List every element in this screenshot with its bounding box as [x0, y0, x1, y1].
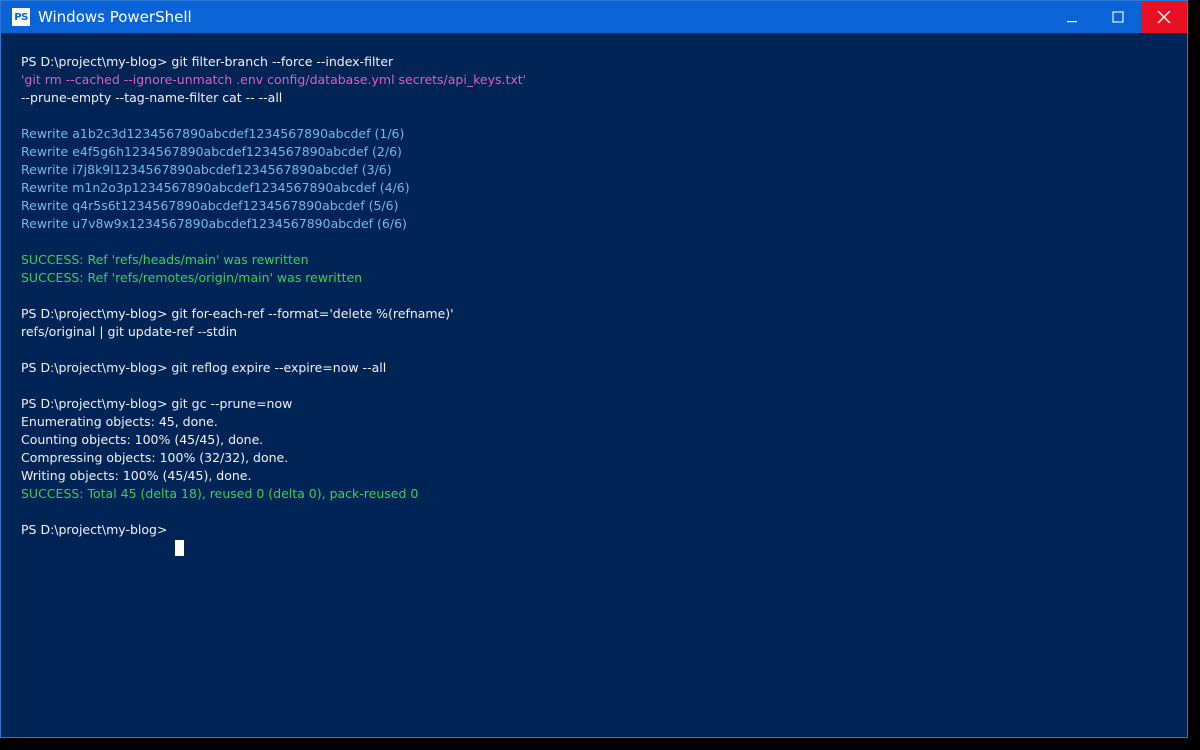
- terminal-line: Rewrite m1n2o3p1234567890abcdef123456789…: [21, 180, 410, 195]
- close-button[interactable]: [1141, 1, 1187, 33]
- text-cursor: [175, 540, 184, 556]
- terminal-line: Compressing objects: 100% (32/32), done.: [21, 450, 289, 465]
- terminal-line: Rewrite u7v8w9x1234567890abcdef123456789…: [21, 216, 407, 231]
- terminal-line: 'git rm --cached --ignore-unmatch .env c…: [21, 72, 527, 87]
- terminal-line: SUCCESS: Ref 'refs/remotes/origin/main' …: [21, 270, 363, 285]
- terminal-line: PS D:\project\my-blog>: [21, 522, 168, 537]
- powershell-window: PS Windows PowerShell PS D:\project\my-b: [0, 0, 1188, 738]
- terminal-output[interactable]: PS D:\project\my-blog> git filter-branch…: [21, 53, 1171, 539]
- terminal-line: Rewrite q4r5s6t1234567890abcdef123456789…: [21, 198, 399, 213]
- window-controls: [1049, 1, 1187, 33]
- title-bar[interactable]: PS Windows PowerShell: [1, 1, 1187, 33]
- powershell-icon: PS: [12, 8, 30, 26]
- terminal-line: PS D:\project\my-blog> git for-each-ref …: [21, 306, 454, 321]
- terminal-line: SUCCESS: Total 45 (delta 18), reused 0 (…: [21, 486, 419, 501]
- terminal-line: PS D:\project\my-blog> git filter-branch…: [21, 54, 394, 69]
- terminal-line: refs/original | git update-ref --stdin: [21, 324, 238, 339]
- terminal-line: PS D:\project\my-blog> git gc --prune=no…: [21, 396, 293, 411]
- terminal-line: Counting objects: 100% (45/45), done.: [21, 432, 264, 447]
- window-title: Windows PowerShell: [38, 8, 192, 26]
- maximize-icon: [1112, 11, 1124, 23]
- terminal-line: SUCCESS: Ref 'refs/heads/main' was rewri…: [21, 252, 309, 267]
- terminal-line: Enumerating objects: 45, done.: [21, 414, 218, 429]
- terminal-line: Writing objects: 100% (45/45), done.: [21, 468, 252, 483]
- close-icon: [1157, 10, 1171, 24]
- terminal-line: --prune-empty --tag-name-filter cat -- -…: [21, 90, 283, 105]
- terminal-line: Rewrite a1b2c3d1234567890abcdef123456789…: [21, 126, 405, 141]
- minimize-button[interactable]: [1049, 1, 1095, 33]
- minimize-icon: [1067, 21, 1077, 23]
- terminal-line: PS D:\project\my-blog> git reflog expire…: [21, 360, 387, 375]
- terminal-line: Rewrite e4f5g6h1234567890abcdef123456789…: [21, 144, 402, 159]
- terminal-line: Rewrite i7j8k9l1234567890abcdef123456789…: [21, 162, 392, 177]
- maximize-button[interactable]: [1095, 1, 1141, 33]
